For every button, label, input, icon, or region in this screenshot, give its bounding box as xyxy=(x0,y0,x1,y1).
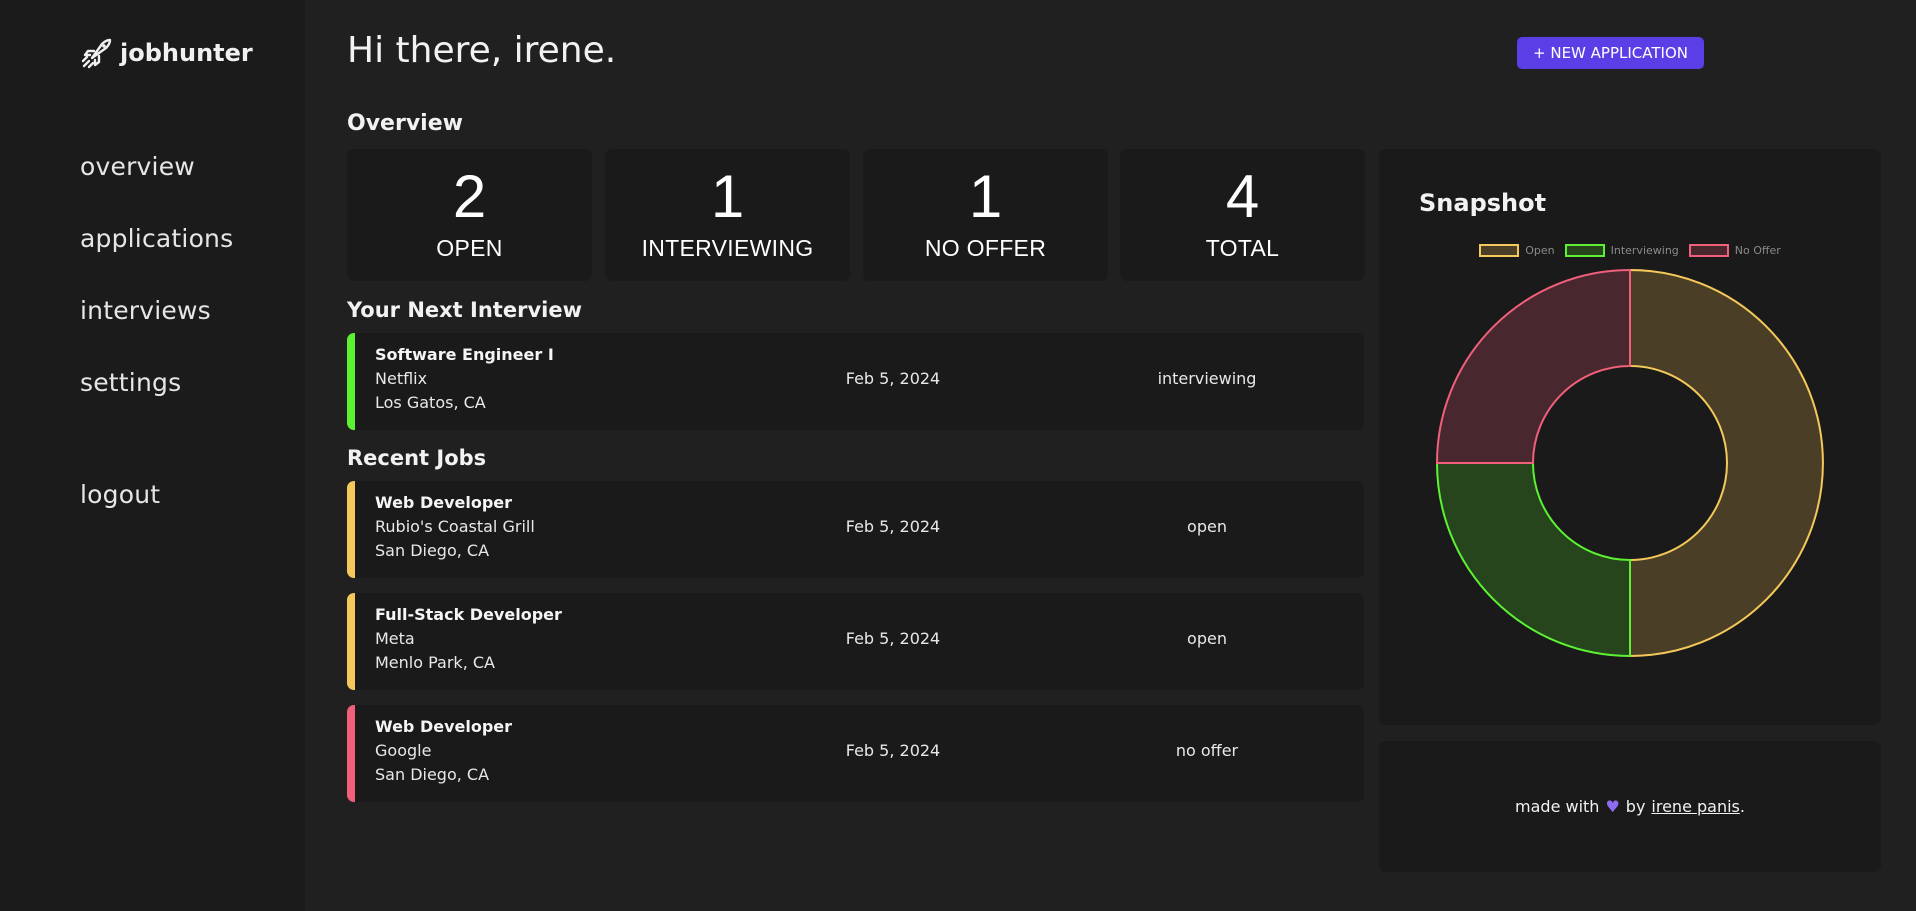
main-content: Hi there, irene. + NEW APPLICATION Overv… xyxy=(305,0,1916,911)
job-status: open xyxy=(1187,517,1227,536)
job-location: Los Gatos, CA xyxy=(375,393,486,412)
author-link[interactable]: irene panis xyxy=(1651,797,1739,816)
job-title: Full-Stack Developer xyxy=(375,605,562,624)
stat-card-no-offer: 1 NO OFFER xyxy=(863,149,1108,281)
recent-job-card[interactable]: Web Developer Rubio's Coastal Grill San … xyxy=(347,481,1364,578)
snapshot-donut-chart xyxy=(1435,268,1824,658)
donut-slice-open[interactable] xyxy=(1629,268,1824,658)
nav-overview[interactable]: overview xyxy=(80,152,195,181)
job-location: San Diego, CA xyxy=(375,765,490,784)
stat-label: OPEN xyxy=(436,235,503,261)
job-company: Google xyxy=(375,741,432,760)
job-company: Meta xyxy=(375,629,415,648)
job-title: Web Developer xyxy=(375,717,513,736)
next-interview-title: Your Next Interview xyxy=(347,298,582,322)
footer-period: . xyxy=(1739,797,1745,816)
stat-value: 1 xyxy=(968,163,1003,230)
job-status: interviewing xyxy=(1157,369,1257,388)
footer-by: by xyxy=(1625,797,1646,816)
donut-slice-interviewing[interactable] xyxy=(1435,462,1631,658)
footer-card: made with ♥ by irene panis . xyxy=(1379,741,1881,872)
job-date: Feb 5, 2024 xyxy=(845,369,941,388)
stat-value: 1 xyxy=(710,163,745,230)
job-company: Netflix xyxy=(375,369,428,388)
nav-logout[interactable]: logout xyxy=(80,480,160,509)
job-title: Web Developer xyxy=(375,493,513,512)
status-accent-bar xyxy=(347,481,355,578)
rocket-icon xyxy=(80,36,114,70)
job-title: Software Engineer I xyxy=(375,345,554,364)
job-company: Rubio's Coastal Grill xyxy=(375,517,535,536)
stat-label: INTERVIEWING xyxy=(641,235,814,261)
job-date: Feb 5, 2024 xyxy=(845,741,941,760)
stat-card-interviewing: 1 INTERVIEWING xyxy=(605,149,850,281)
nav-applications[interactable]: applications xyxy=(80,224,233,253)
brand-name: jobhunter xyxy=(120,39,253,67)
brand-logo[interactable]: jobhunter xyxy=(80,36,253,70)
job-date: Feb 5, 2024 xyxy=(845,629,941,648)
greeting: Hi there, irene. xyxy=(347,30,617,71)
next-interview-card[interactable]: Software Engineer I Netflix Los Gatos, C… xyxy=(347,333,1364,430)
stat-card-open: 2 OPEN xyxy=(347,149,592,281)
snapshot-card: Snapshot Open Interviewing No Offer xyxy=(1379,149,1881,725)
job-location: San Diego, CA xyxy=(375,541,490,560)
job-status: open xyxy=(1187,629,1227,648)
stat-value: 4 xyxy=(1225,163,1260,230)
overview-title: Overview xyxy=(347,111,463,136)
stat-card-total: 4 TOTAL xyxy=(1120,149,1365,281)
job-date: Feb 5, 2024 xyxy=(845,517,941,536)
stat-value: 2 xyxy=(452,163,487,230)
new-application-button[interactable]: + NEW APPLICATION xyxy=(1517,37,1704,69)
nav-interviews[interactable]: interviews xyxy=(80,296,211,325)
status-accent-bar xyxy=(347,705,355,802)
status-accent-bar xyxy=(347,593,355,690)
status-accent-bar xyxy=(347,333,355,430)
heart-icon: ♥ xyxy=(1605,797,1620,816)
nav-settings[interactable]: settings xyxy=(80,368,181,397)
recent-job-card[interactable]: Web Developer Google San Diego, CA Feb 5… xyxy=(347,705,1364,802)
stat-label: NO OFFER xyxy=(924,235,1047,261)
footer-made-with: made with xyxy=(1515,797,1600,816)
stat-label: TOTAL xyxy=(1205,235,1280,261)
job-location: Menlo Park, CA xyxy=(375,653,495,672)
donut-slice-no-offer[interactable] xyxy=(1435,268,1631,464)
job-status: no offer xyxy=(1175,741,1239,760)
recent-job-card[interactable]: Full-Stack Developer Meta Menlo Park, CA… xyxy=(347,593,1364,690)
sidebar: jobhunter overview applications intervie… xyxy=(0,0,305,911)
recent-jobs-title: Recent Jobs xyxy=(347,446,487,470)
